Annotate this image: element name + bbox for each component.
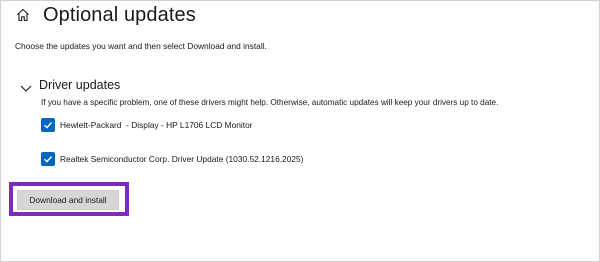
section-description: If you have a specific problem, one of t…: [41, 98, 499, 107]
driver-updates-header[interactable]: Driver updates: [20, 78, 120, 92]
download-and-install-button[interactable]: Download and install: [17, 190, 119, 210]
home-icon[interactable]: [15, 7, 31, 23]
checkmark-icon: [44, 156, 53, 163]
chevron-down-icon[interactable]: [20, 80, 32, 92]
driver-item-realtek[interactable]: Realtek Semiconductor Corp. Driver Updat…: [41, 152, 303, 166]
page-header: Optional updates: [15, 4, 196, 26]
page-subtitle: Choose the updates you want and then sel…: [15, 41, 267, 51]
driver-checkbox[interactable]: [41, 152, 55, 166]
settings-panel: Optional updates Choose the updates you …: [0, 0, 600, 262]
driver-label: Hewlett-Packard - Display - HP L1706 LCD…: [60, 120, 253, 130]
checkmark-icon: [44, 122, 53, 129]
page-title: Optional updates: [43, 3, 196, 26]
driver-item-hp-monitor[interactable]: Hewlett-Packard - Display - HP L1706 LCD…: [41, 118, 253, 132]
driver-checkbox[interactable]: [41, 118, 55, 132]
section-title: Driver updates: [39, 78, 121, 92]
driver-label: Realtek Semiconductor Corp. Driver Updat…: [60, 154, 304, 164]
